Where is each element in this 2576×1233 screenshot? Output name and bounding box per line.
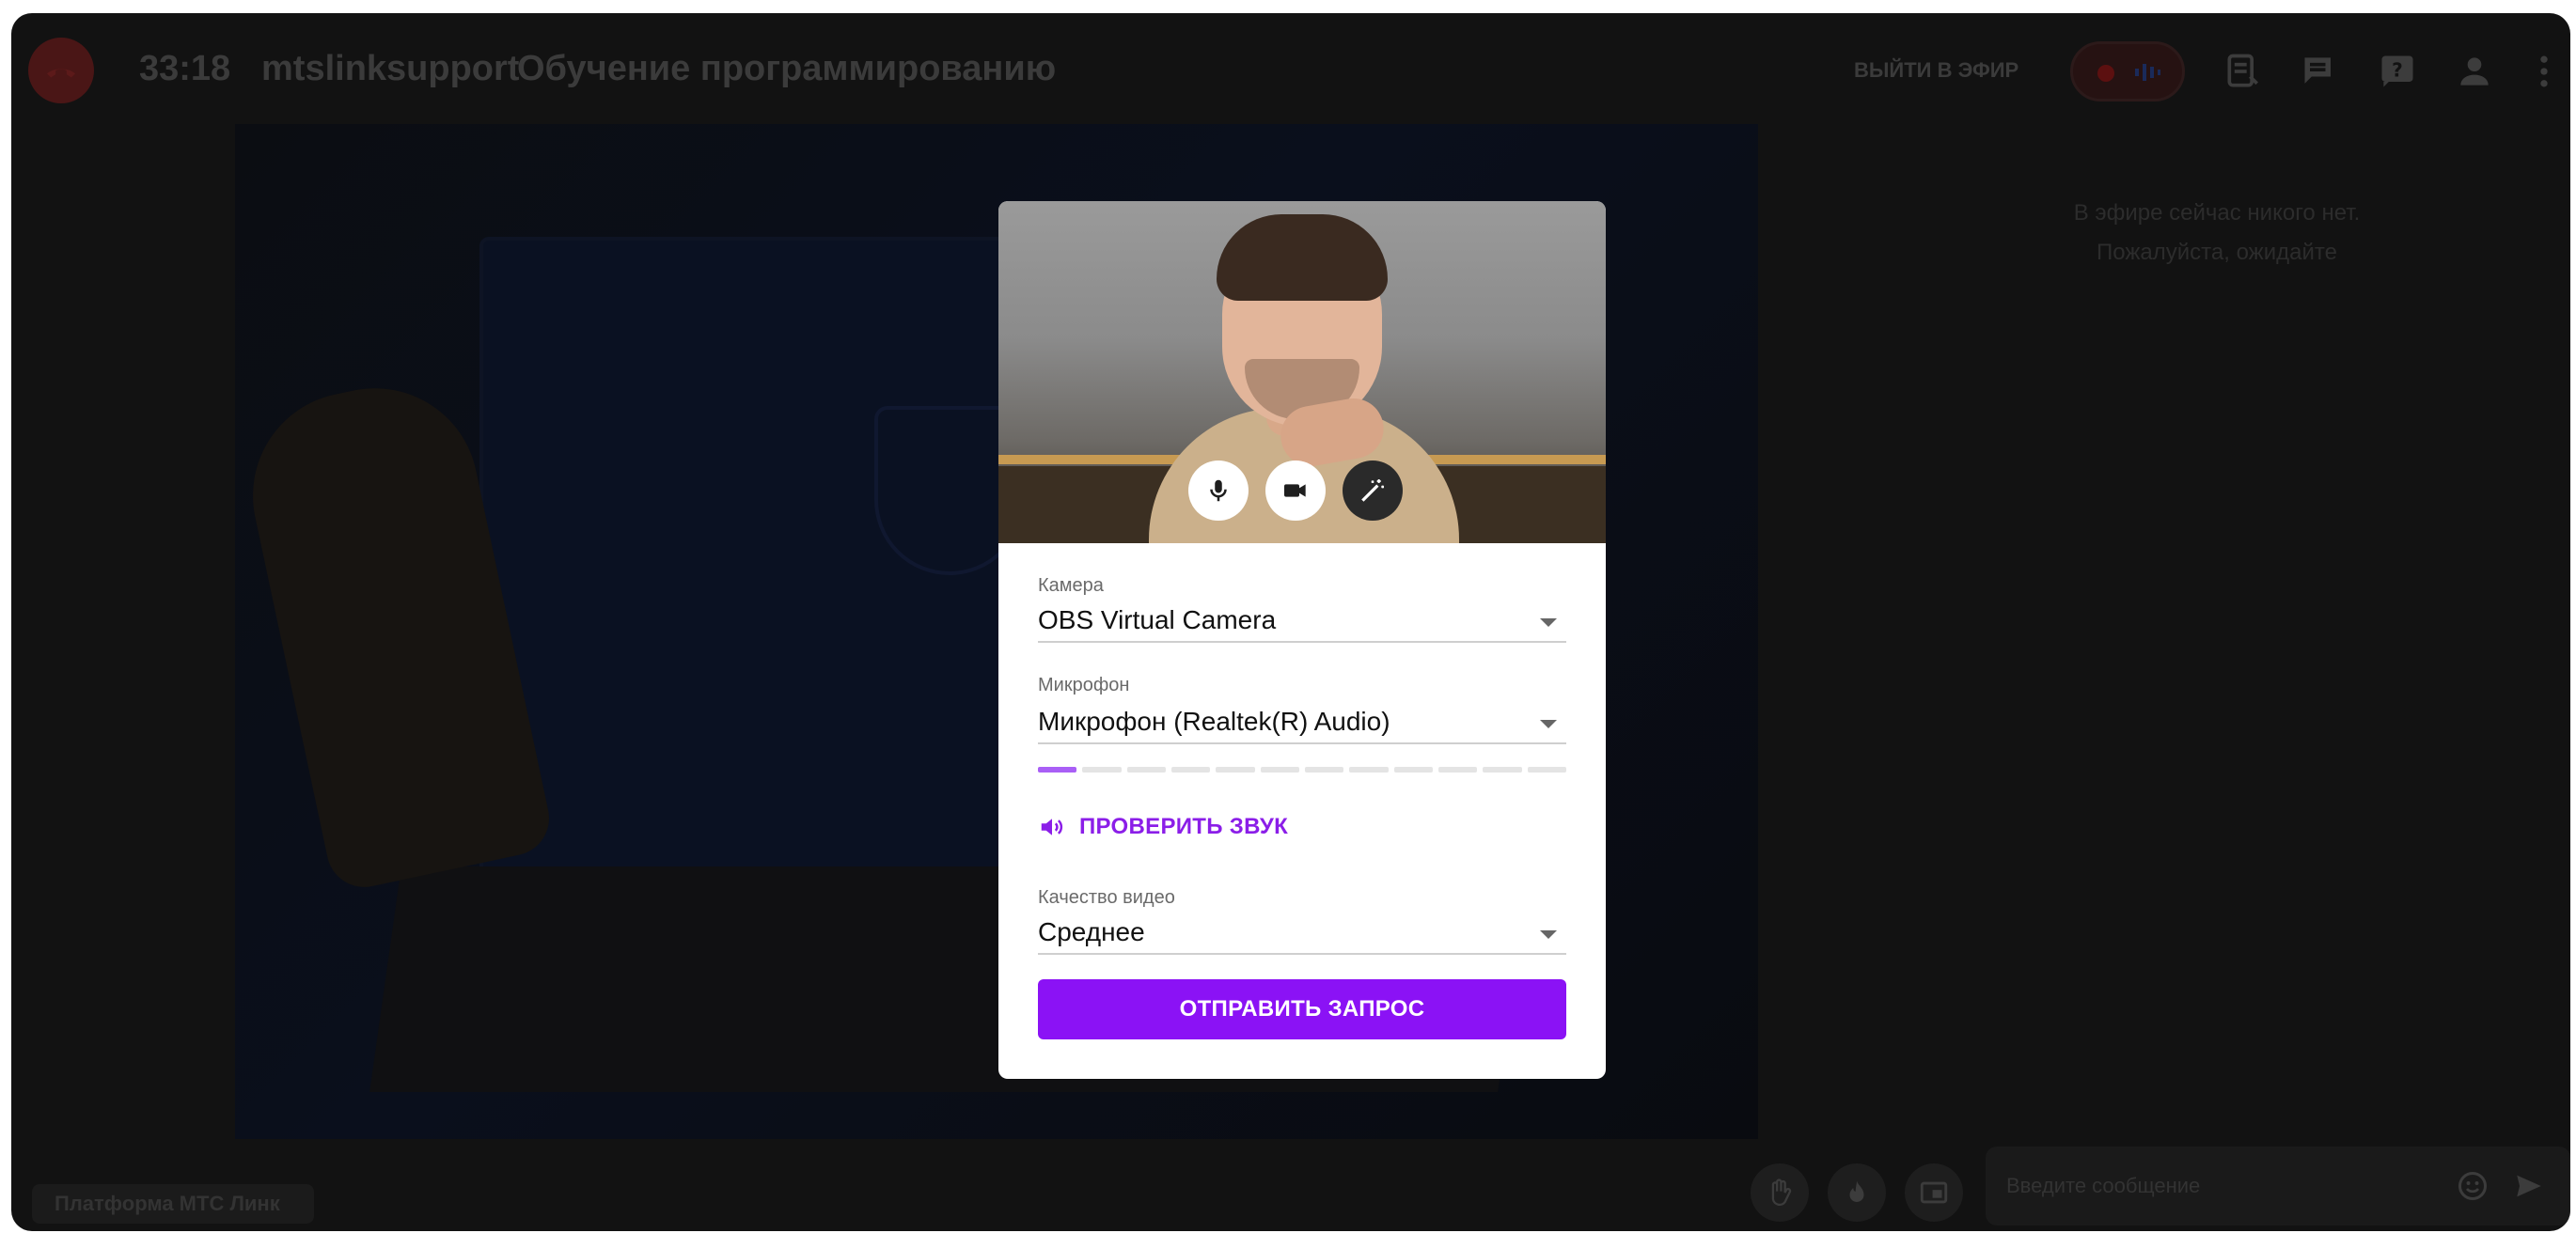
end-call-icon (47, 69, 75, 78)
camera-select-value: OBS Virtual Camera (1038, 605, 1277, 634)
microphone-label: Микрофон (1038, 675, 1130, 695)
camera-preview (998, 201, 1606, 543)
send-icon (2517, 1175, 2541, 1197)
go-live-button[interactable]: ВЫЙТИ В ЭФИР (1854, 58, 2018, 83)
check-sound-button[interactable]: ПРОВЕРИТЬ ЗВУК (1038, 810, 1288, 844)
reaction-button[interactable] (1828, 1163, 1886, 1222)
flame-icon (1849, 1180, 1864, 1202)
video-quality-select-value: Среднее (1038, 917, 1145, 946)
level-segment (1170, 767, 1211, 773)
check-sound-label: ПРОВЕРИТЬ ЗВУК (1079, 814, 1289, 839)
notes-icon[interactable] (2223, 51, 2264, 92)
empty-air-line-1: В эфире сейчас никого нет. (2073, 200, 2361, 226)
preview-effects-button[interactable] (1343, 460, 1403, 521)
end-call-button[interactable] (28, 38, 94, 103)
preview-mic-button[interactable] (1188, 460, 1249, 521)
video-quality-label: Качество видео (1038, 887, 1175, 908)
picture-in-picture-button[interactable] (1905, 1163, 1963, 1222)
microphone-select[interactable]: Микрофон (Realtek(R) Audio) (1038, 703, 1566, 744)
raise-hand-button[interactable] (1751, 1163, 1809, 1222)
raise-hand-icon (1771, 1178, 1792, 1207)
microphone-icon (1210, 479, 1227, 502)
svg-text:?: ? (2392, 59, 2403, 82)
magic-wand-icon (1361, 479, 1384, 502)
chevron-down-icon (1540, 720, 1557, 728)
chat-input[interactable] (2006, 1165, 2401, 1207)
device-settings-dialog: Камера OBS Virtual Camera Микрофон Микро… (998, 201, 1606, 1079)
level-segment (1304, 767, 1344, 773)
level-segment (1437, 767, 1478, 773)
level-segment (1527, 767, 1566, 773)
video-quality-select[interactable]: Среднее (1038, 913, 1566, 955)
question-icon[interactable]: ? (2377, 51, 2418, 92)
audio-wave-icon (2135, 64, 2160, 81)
record-toggle[interactable] (2070, 41, 2185, 101)
webinar-window: 33:18 mtslinksupport Обучение программир… (11, 13, 2570, 1231)
chat-box (1986, 1147, 2570, 1225)
host-name: mtslinksupport (261, 49, 520, 88)
empty-air-line-2: Пожалуйста, ожидайте (2097, 240, 2337, 265)
chevron-down-icon (1540, 930, 1557, 939)
level-segment (1216, 767, 1255, 773)
microphone-level-meter (1038, 767, 1566, 773)
top-bar: 33:18 mtslinksupport Обучение программир… (11, 13, 2570, 124)
level-segment (1082, 767, 1122, 773)
send-button[interactable] (2508, 1165, 2550, 1207)
camera-select[interactable]: OBS Virtual Camera (1038, 601, 1566, 643)
webinar-title: Обучение программированию (517, 49, 1057, 88)
more-icon[interactable] (2523, 51, 2565, 92)
platform-badge[interactable]: Платформа МТС Линк (32, 1184, 314, 1224)
preview-camera-button[interactable] (1265, 460, 1326, 521)
level-segment (1393, 767, 1433, 773)
preview-person-hair (1217, 214, 1388, 301)
level-segment (1349, 767, 1389, 773)
empty-air-note: В эфире сейчас никого нет. Пожалуйста, о… (1991, 194, 2442, 273)
emoji-button[interactable] (2452, 1165, 2493, 1207)
participants-icon[interactable] (2454, 51, 2495, 92)
chat-icon[interactable] (2300, 51, 2341, 92)
camera-label: Камера (1038, 575, 1104, 596)
record-icon (2097, 65, 2114, 82)
emoji-icon (2458, 1172, 2487, 1200)
picture-in-picture-icon (1920, 1181, 1948, 1204)
chevron-down-icon (1540, 618, 1557, 627)
send-request-button[interactable]: ОТПРАВИТЬ ЗАПРОС (1038, 979, 1566, 1039)
level-segment (1260, 767, 1299, 773)
camera-icon (1284, 484, 1306, 497)
session-timer: 33:18 (139, 49, 231, 88)
level-segment (1038, 767, 1077, 773)
level-segment (1483, 767, 1522, 773)
microphone-select-value: Микрофон (Realtek(R) Audio) (1038, 707, 1390, 736)
level-segment (1126, 767, 1166, 773)
speaker-icon (1041, 819, 1063, 835)
